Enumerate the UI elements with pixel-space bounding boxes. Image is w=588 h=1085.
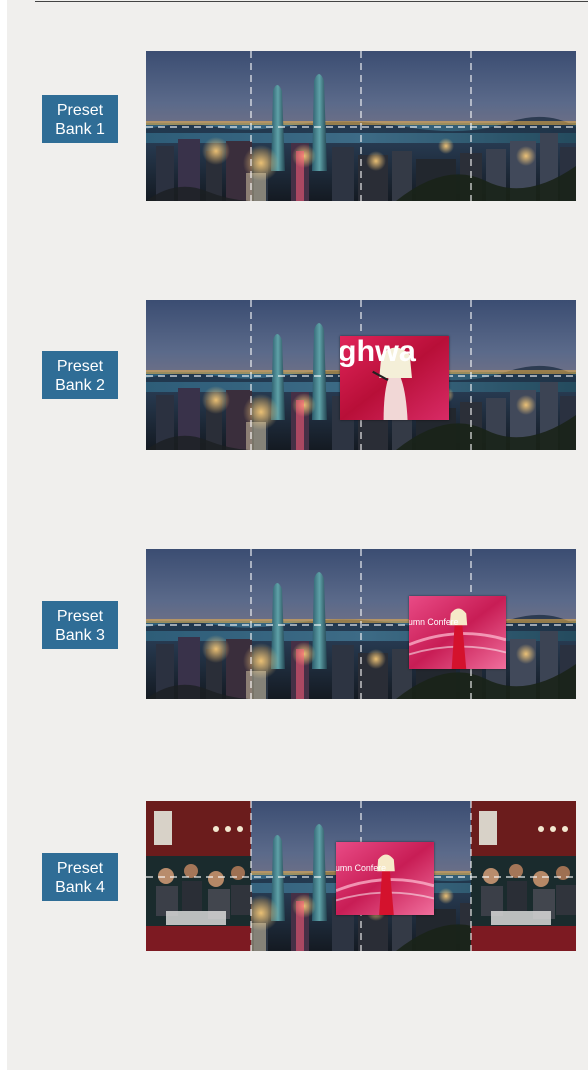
preset-bank-4-button[interactable]: Preset Bank 4 bbox=[42, 853, 118, 901]
preset-bank-3-label: Preset Bank 3 bbox=[55, 607, 105, 644]
speaker-window[interactable]: umn Confere bbox=[336, 842, 434, 915]
stage-speaker-image: umn Confere bbox=[409, 596, 506, 669]
preset-bank-3-preview[interactable]: umn Confere bbox=[146, 549, 576, 699]
cityscape-image bbox=[146, 51, 576, 201]
speaker-window[interactable]: umn Confere bbox=[409, 596, 506, 669]
speaker-window[interactable]: ghwa bbox=[340, 336, 449, 420]
preset-bank-2-button[interactable]: Preset Bank 2 bbox=[42, 351, 118, 399]
banner-text: umn Confere bbox=[336, 863, 386, 873]
preset-bank-4-preview[interactable]: umn Confere bbox=[146, 801, 576, 951]
audience-left-image bbox=[146, 801, 251, 951]
preset-bank-4-label: Preset Bank 4 bbox=[55, 859, 105, 896]
top-divider bbox=[35, 1, 588, 2]
banner-text: umn Confere bbox=[409, 617, 459, 627]
cityscape-image bbox=[146, 549, 576, 699]
stage-speaker-image: ghwa bbox=[340, 336, 449, 420]
audience-right-image bbox=[471, 801, 576, 951]
preset-panel: Preset Bank 1 Preset Bank 2 ghwa Preset … bbox=[7, 0, 588, 1070]
stage-speaker-image: umn Confere bbox=[336, 842, 434, 915]
preset-bank-1-label: Preset Bank 1 bbox=[55, 101, 105, 138]
preset-bank-1-button[interactable]: Preset Bank 1 bbox=[42, 95, 118, 143]
preset-bank-3-button[interactable]: Preset Bank 3 bbox=[42, 601, 118, 649]
preset-bank-2-preview[interactable]: ghwa bbox=[146, 300, 576, 450]
stage-sign-text: ghwa bbox=[340, 336, 416, 368]
preset-bank-2-label: Preset Bank 2 bbox=[55, 357, 105, 394]
preset-bank-1-preview[interactable] bbox=[146, 51, 576, 201]
